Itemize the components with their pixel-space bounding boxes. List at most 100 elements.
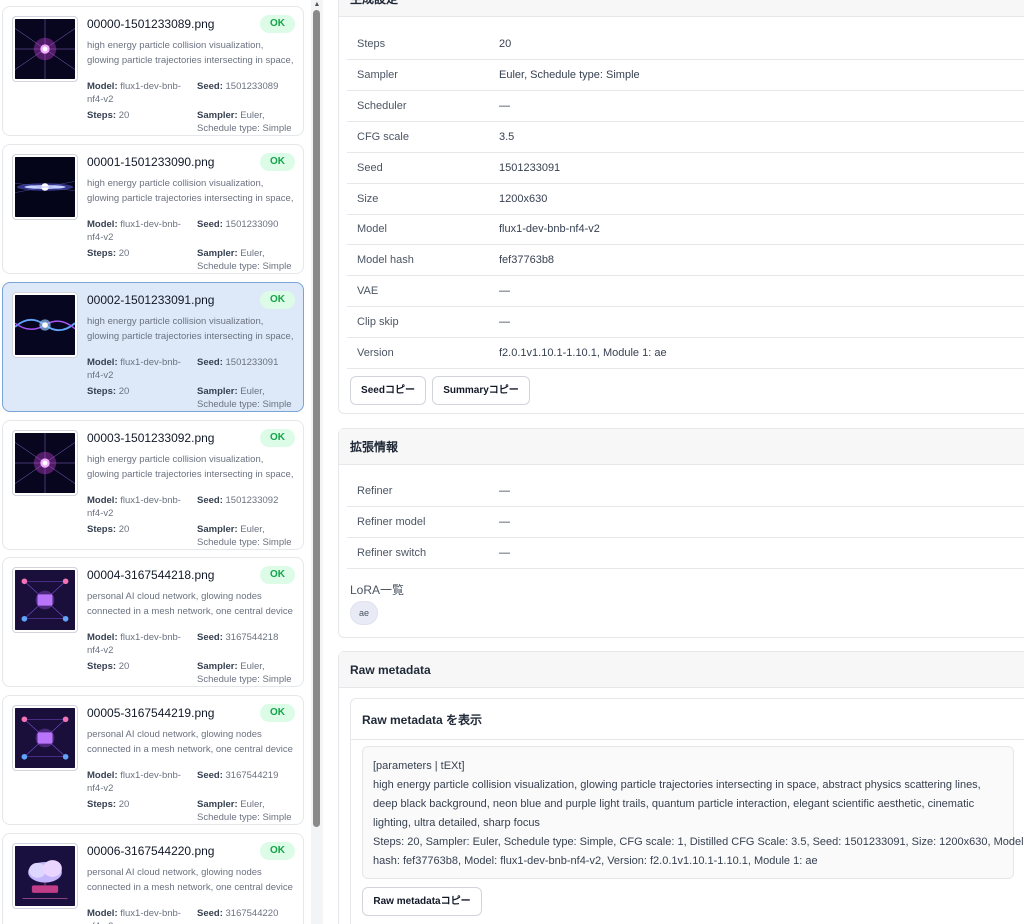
- seed-value: 1501233091: [225, 357, 279, 368]
- extended-value: —: [499, 515, 510, 528]
- setting-value: —: [499, 285, 510, 298]
- model-label: Model:: [87, 495, 118, 506]
- image-filename: 00001-1501233090.png: [87, 155, 215, 169]
- model-info: Model: flux1-dev-bnb-nf4-v2: [87, 356, 191, 382]
- model-value-cont: nf4-v2: [87, 94, 114, 105]
- setting-key: VAE: [357, 285, 379, 298]
- sampler-label: Sampler:: [197, 661, 238, 672]
- settings-row: CFG scale 3.5: [347, 122, 1024, 153]
- setting-value: fef37763b8: [499, 254, 555, 267]
- image-list-item[interactable]: 00003-1501233092.png OK high energy partic…: [2, 420, 304, 550]
- sampler-value-cont: Schedule type: Simple: [197, 123, 292, 134]
- sampler-value: Euler,: [240, 386, 265, 397]
- sampler-label: Sampler:: [197, 110, 238, 121]
- raw-line: lighting, ultra detailed, sharp focus: [373, 817, 540, 829]
- extended-row: Refiner —: [347, 476, 1024, 507]
- image-thumbnail: [13, 431, 77, 495]
- model-label: Model:: [87, 357, 118, 368]
- image-thumbnail: [13, 17, 77, 81]
- setting-key: Model: [357, 223, 387, 236]
- setting-key: Clip skip: [357, 316, 399, 329]
- seed-copy-button[interactable]: Seedコピー: [350, 376, 426, 405]
- setting-value: f2.0.1v1.10.1-1.10.1, Module 1: ae: [499, 347, 667, 359]
- steps-value: 20: [118, 386, 130, 397]
- steps-info: Steps: 20: [87, 798, 191, 811]
- extended-info-section: 拡張情報 Refiner — Refiner model — Refiner switc…: [338, 428, 1024, 638]
- sampler-value-cont: Schedule type: Simple: [197, 399, 292, 410]
- lora-chip: ae: [350, 601, 378, 625]
- prompt-line: personal AI cloud network, glowing nodes: [87, 591, 262, 602]
- prompt-line: glowing particle trajectories intersecti…: [87, 55, 294, 66]
- steps-value: 20: [118, 248, 130, 259]
- model-value: flux1-dev-bnb-: [120, 81, 181, 92]
- steps-label: Steps:: [87, 799, 117, 810]
- raw-metadata-copy-button[interactable]: Raw metadataコピー: [362, 887, 482, 916]
- steps-info: Steps: 20: [87, 523, 191, 536]
- image-list-item[interactable]: 00000-1501233089.png OK high energy partic…: [2, 6, 304, 136]
- steps-value: 20: [118, 524, 130, 535]
- prompt-line: glowing particle trajectories intersecti…: [87, 331, 294, 342]
- scroll-up-arrow-icon[interactable]: ▲: [312, 0, 322, 10]
- steps-value: 20: [118, 110, 130, 121]
- sampler-info: Sampler: Euler, Schedule type: Simple: [197, 109, 301, 135]
- sampler-info: Sampler: Euler, Schedule type: Simple: [197, 385, 301, 411]
- list-scrollbar-thumb[interactable]: [313, 10, 320, 827]
- settings-section-header: 生成設定: [339, 0, 1024, 17]
- model-value: flux1-dev-bnb-: [120, 357, 181, 368]
- settings-row: Steps 20: [347, 29, 1024, 60]
- setting-value: 20: [499, 38, 512, 50]
- image-list-item[interactable]: 00002-1501233091.png OK high energy partic…: [2, 282, 304, 412]
- seed-value: 1501233092: [225, 495, 279, 506]
- sampler-info: Sampler: Euler, Schedule type: Simple: [197, 523, 301, 549]
- steps-label: Steps:: [87, 110, 117, 121]
- seed-info: Seed: 3167544218: [197, 631, 301, 644]
- raw-line: Steps: 20, Sampler: Euler, Schedule type…: [373, 836, 1024, 848]
- extended-row: Refiner model —: [347, 507, 1024, 538]
- model-value: flux1-dev-bnb-: [120, 770, 181, 781]
- extended-key: Refiner: [357, 485, 393, 497]
- settings-row: Model hash fef37763b8: [347, 245, 1024, 277]
- seed-label: Seed:: [197, 357, 223, 368]
- raw-metadata-header: Raw metadata: [339, 652, 1024, 688]
- image-list-item[interactable]: 00006-3167544220.png OK personal AI cloud …: [2, 833, 304, 924]
- model-value: flux1-dev-bnb-: [120, 495, 181, 506]
- sampler-value: Euler,: [240, 799, 265, 810]
- sampler-info: Sampler: Euler, Schedule type: Simple: [197, 660, 301, 686]
- raw-line: high energy particle collision visualiza…: [373, 779, 981, 791]
- setting-value: 1501233091: [499, 161, 561, 174]
- extended-row: Refiner switch —: [347, 538, 1024, 569]
- sampler-label: Sampler:: [197, 524, 238, 535]
- image-prompt: high energy particle collision visualiza…: [87, 452, 299, 482]
- seed-label: Seed:: [197, 495, 223, 506]
- steps-info: Steps: 20: [87, 109, 191, 122]
- seed-label: Seed:: [197, 908, 223, 919]
- image-list: 00000-1501233089.png OK high energy partic…: [0, 0, 310, 924]
- image-list-item[interactable]: 00004-3167544218.png OK personal AI cloud …: [2, 557, 304, 687]
- setting-key: CFG scale: [357, 130, 409, 143]
- steps-label: Steps:: [87, 248, 117, 259]
- sampler-value: Euler,: [240, 110, 265, 121]
- seed-value: 1501233089: [225, 81, 279, 92]
- status-badge: OK: [260, 153, 295, 171]
- status-badge: OK: [260, 291, 295, 309]
- summary-copy-button[interactable]: Summaryコピー: [432, 376, 530, 405]
- model-value: flux1-dev-bnb-: [120, 219, 181, 230]
- prompt-line: high energy particle collision visualiza…: [87, 40, 264, 51]
- sampler-value: Euler,: [240, 661, 265, 672]
- seed-label: Seed:: [197, 219, 223, 230]
- settings-row: Size 1200x630: [347, 184, 1024, 215]
- model-info: Model: flux1-dev-bnb-nf4-v2: [87, 769, 191, 795]
- setting-value: 3.5: [499, 130, 515, 143]
- image-thumbnail: [13, 293, 77, 357]
- model-value-cont: nf4-v2: [87, 508, 114, 519]
- raw-metadata-toggle[interactable]: Raw metadata を表示: [362, 711, 482, 728]
- extended-key: Refiner switch: [357, 546, 427, 559]
- lora-list-title: LoRA一覧: [350, 583, 405, 597]
- steps-label: Steps:: [87, 661, 117, 672]
- image-list-item[interactable]: 00001-1501233090.png OK high energy partic…: [2, 144, 304, 274]
- model-label: Model:: [87, 81, 118, 92]
- seed-value: 3167544220: [225, 908, 279, 919]
- sampler-value: Euler,: [240, 248, 265, 259]
- image-list-item[interactable]: 00005-3167544219.png OK personal AI cloud …: [2, 695, 304, 825]
- steps-info: Steps: 20: [87, 385, 191, 398]
